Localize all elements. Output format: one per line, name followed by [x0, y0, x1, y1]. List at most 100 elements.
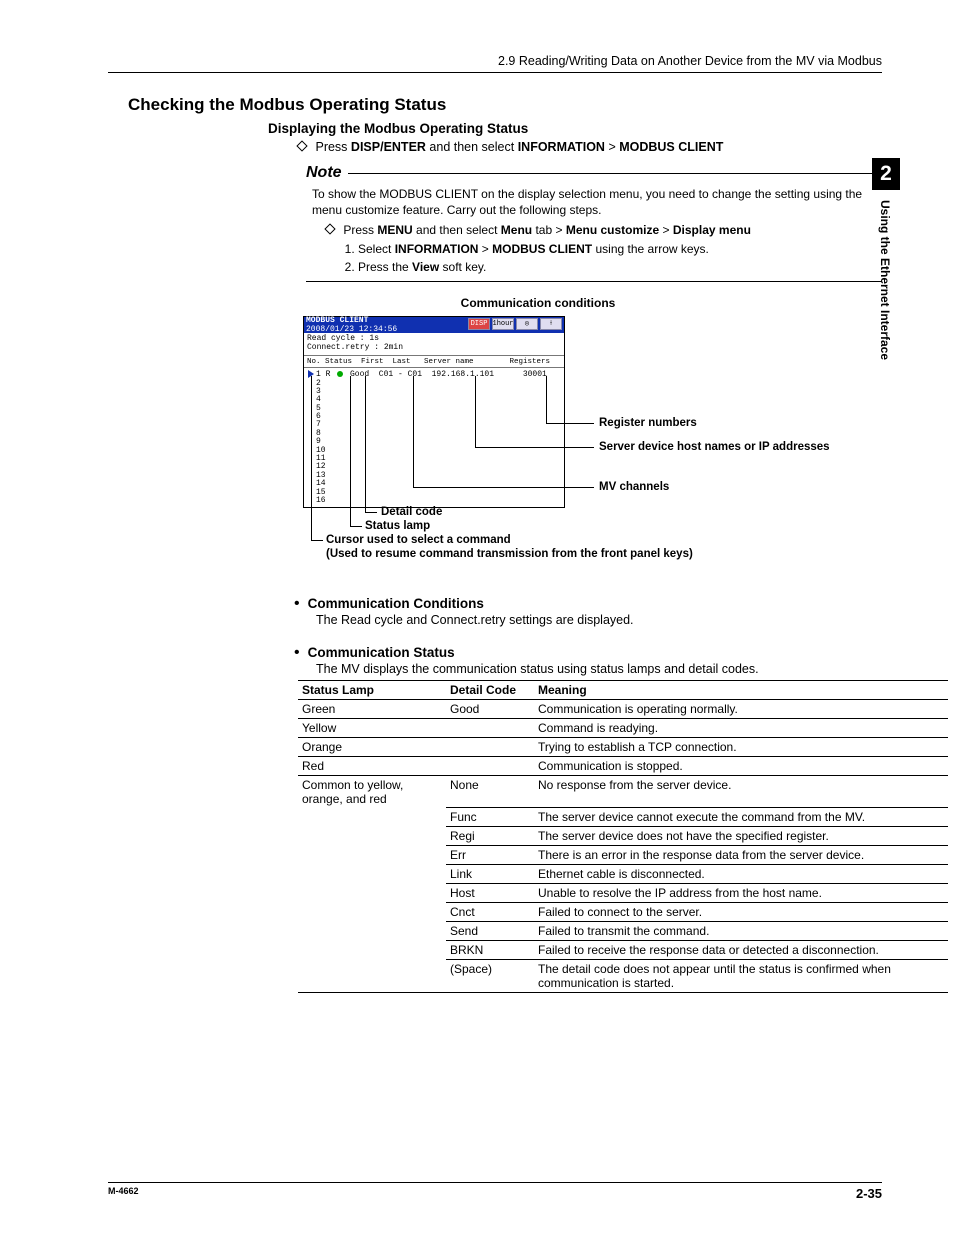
fit-icon: ⟊ [540, 318, 562, 330]
cell-meaning: Unable to resolve the IP address from th… [534, 884, 948, 903]
cell-code [446, 756, 534, 775]
cell-code: Send [446, 922, 534, 941]
table-row: RegiThe server device does not have the … [298, 827, 948, 846]
sc-row-numbers: 2 3 4 5 6 7 8 9 10 11 12 13 14 15 16 [316, 380, 326, 506]
note-list-item: Press the View soft key. [358, 259, 882, 275]
text: Press [315, 140, 350, 154]
cell-lamp [298, 827, 446, 846]
section-title-cs: Communication Status [308, 645, 455, 660]
footer-doc-id: M-4662 [108, 1186, 139, 1201]
cell-code: Link [446, 865, 534, 884]
cell-lamp [298, 903, 446, 922]
cell-lamp [298, 865, 446, 884]
text: tab > [535, 223, 565, 237]
cell-code [446, 718, 534, 737]
callout-cursor-1: Cursor used to select a command [326, 534, 511, 546]
callout-status: Status lamp [365, 520, 430, 532]
text: using the arrow keys. [595, 242, 708, 256]
cell-code: Host [446, 884, 534, 903]
menu-path: Display menu [673, 223, 751, 237]
menu-path: Menu [501, 223, 532, 237]
rule-icon [306, 281, 882, 282]
table-row: GreenGoodCommunication is operating norm… [298, 699, 948, 718]
text: soft key. [443, 260, 487, 274]
text: Select [358, 242, 395, 256]
bullet-icon: • [294, 645, 300, 661]
status-lamp-icon [337, 371, 343, 377]
cell-meaning: Command is readying. [534, 718, 948, 737]
cell-code: (Space) [446, 960, 534, 993]
figure: MODBUS CLIENT 2008/01/23 12:34:56 DISP 1… [303, 316, 933, 578]
rule-icon [348, 173, 882, 174]
table-row: HostUnable to resolve the IP address fro… [298, 884, 948, 903]
chapter-tab: 2 Using the Ethernet Interface [872, 158, 900, 360]
cell-code: Func [446, 808, 534, 827]
cell-meaning: Failed to transmit the command. [534, 922, 948, 941]
table-row: CnctFailed to connect to the server. [298, 903, 948, 922]
table-row: OrangeTrying to establish a TCP connecti… [298, 737, 948, 756]
callout-detail: Detail code [381, 506, 442, 518]
key-label: MENU [377, 223, 412, 237]
cell-meaning: Communication is stopped. [534, 756, 948, 775]
cell-meaning: Communication is operating normally. [534, 699, 948, 718]
cell-meaning: Ethernet cable is disconnected. [534, 865, 948, 884]
status-table: Status Lamp Detail Code Meaning GreenGoo… [298, 680, 948, 994]
cell-meaning: Failed to connect to the server. [534, 903, 948, 922]
separator: > [608, 140, 619, 154]
cell-meaning: There is an error in the response data f… [534, 846, 948, 865]
callout-registers: Register numbers [599, 417, 697, 429]
cell-code: Cnct [446, 903, 534, 922]
page-header: 2.9 Reading/Writing Data on Another Devi… [108, 54, 882, 73]
time-icon: 1hour [492, 318, 514, 330]
menu-path: Menu customize [566, 223, 659, 237]
table-row: BRKNFailed to receive the response data … [298, 941, 948, 960]
heading-sub: Displaying the Modbus Operating Status [268, 121, 882, 136]
cell-lamp [298, 884, 446, 903]
chapter-label: Using the Ethernet Interface [872, 200, 892, 360]
footer-page-num: 2-35 [856, 1186, 882, 1201]
device-screenshot: MODBUS CLIENT 2008/01/23 12:34:56 DISP 1… [303, 316, 565, 508]
table-row: FuncThe server device cannot execute the… [298, 808, 948, 827]
menu-path: INFORMATION [395, 242, 479, 256]
diamond-bullet-icon [324, 224, 335, 235]
cell-meaning: The detail code does not appear until th… [534, 960, 948, 993]
cell-code: Good [446, 699, 534, 718]
note-block: Note To show the MODBUS CLIENT on the di… [306, 164, 882, 282]
cell-meaning: Failed to receive the response data or d… [534, 941, 948, 960]
table-row: Common to yellow, orange, and redNoneNo … [298, 775, 948, 808]
note-label: Note [306, 164, 342, 182]
section-title-cc: Communication Conditions [308, 596, 484, 611]
note-list-item: Select INFORMATION > MODBUS CLIENT using… [358, 241, 882, 257]
diamond-bullet-icon [296, 140, 307, 151]
cell-lamp: Orange [298, 737, 446, 756]
cell-lamp [298, 941, 446, 960]
cell-lamp: Yellow [298, 718, 446, 737]
cell-lamp: Red [298, 756, 446, 775]
callout-cursor-2: (Used to resume command transmission fro… [326, 548, 693, 560]
text: Press the [358, 260, 412, 274]
cell-code: None [446, 775, 534, 808]
th-code: Detail Code [446, 680, 534, 699]
section-body-cs: The MV displays the communication status… [316, 662, 882, 676]
callout-servers: Server device host names or IP addresses [599, 441, 830, 453]
note-paragraph: To show the MODBUS CLIENT on the display… [312, 186, 882, 218]
sc-column-headers: No. Status First Last Server name Regist… [304, 356, 564, 368]
text: and then select [416, 223, 501, 237]
section-body-cc: The Read cycle and Connect.retry setting… [316, 613, 882, 627]
instruction-line: Press DISP/ENTER and then select INFORMA… [298, 140, 882, 154]
cell-lamp: Common to yellow, orange, and red [298, 775, 446, 808]
camera-icon: ◎ [516, 318, 538, 330]
sc-row-data: Good C01 - C01 192.168.1.101 30001 [345, 370, 547, 379]
cell-code: BRKN [446, 941, 534, 960]
cell-lamp [298, 922, 446, 941]
page-footer: M-4662 2-35 [108, 1182, 882, 1201]
table-row: ErrThere is an error in the response dat… [298, 846, 948, 865]
th-meaning: Meaning [534, 680, 948, 699]
table-row: Yellow Command is readying. [298, 718, 948, 737]
table-row: LinkEthernet cable is disconnected. [298, 865, 948, 884]
cell-lamp [298, 808, 446, 827]
heading-main: Checking the Modbus Operating Status [128, 95, 882, 115]
key-label: DISP/ENTER [351, 140, 426, 154]
text: No. Status First Last Server name Regist… [307, 358, 550, 366]
menu-path: MODBUS CLIENT [619, 140, 723, 154]
